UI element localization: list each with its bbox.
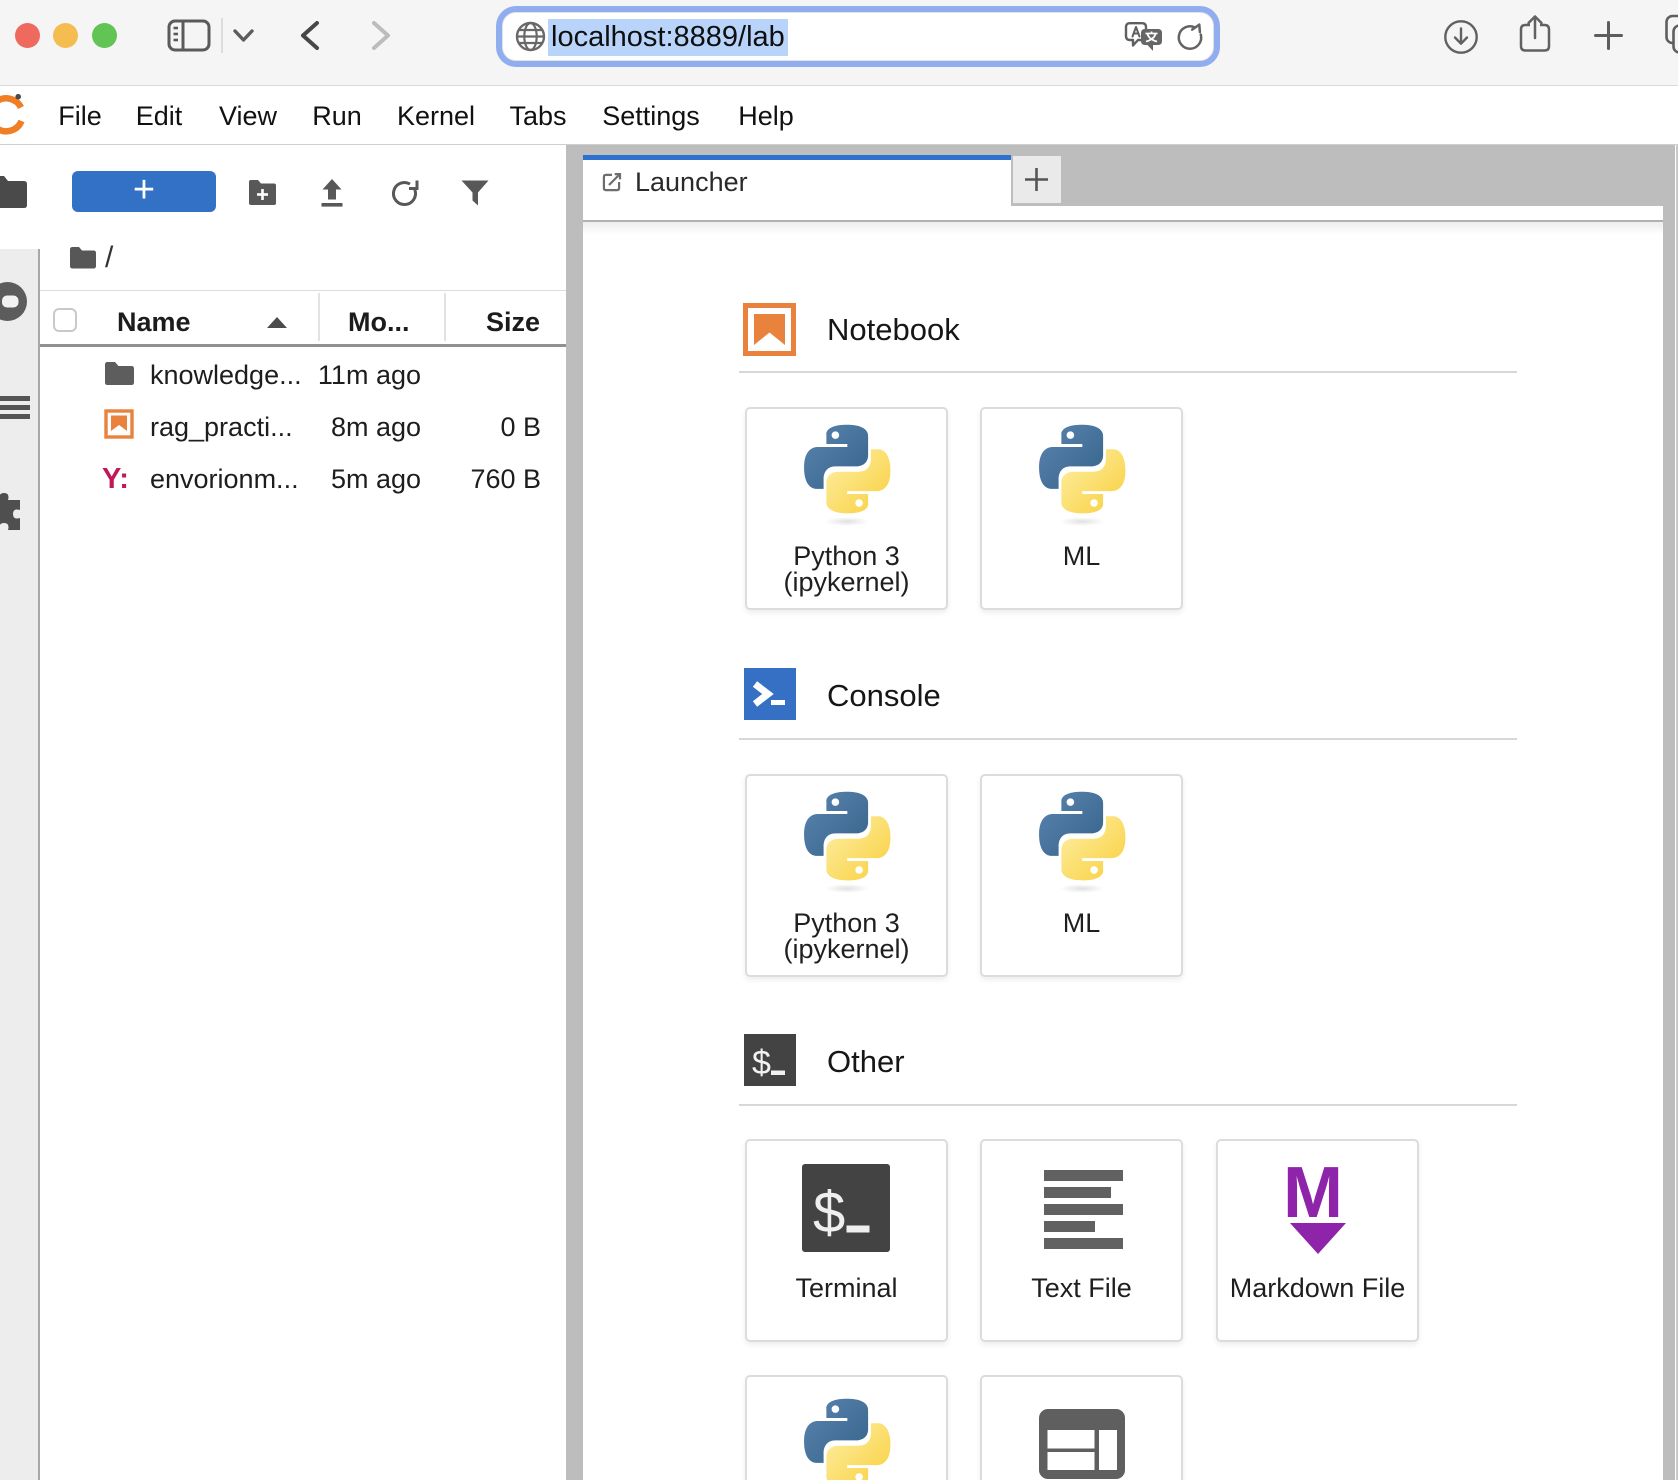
svg-text:$: $: [752, 1044, 771, 1082]
svg-text:$: $: [813, 1180, 845, 1245]
svg-text:M: M: [1283, 1163, 1343, 1233]
